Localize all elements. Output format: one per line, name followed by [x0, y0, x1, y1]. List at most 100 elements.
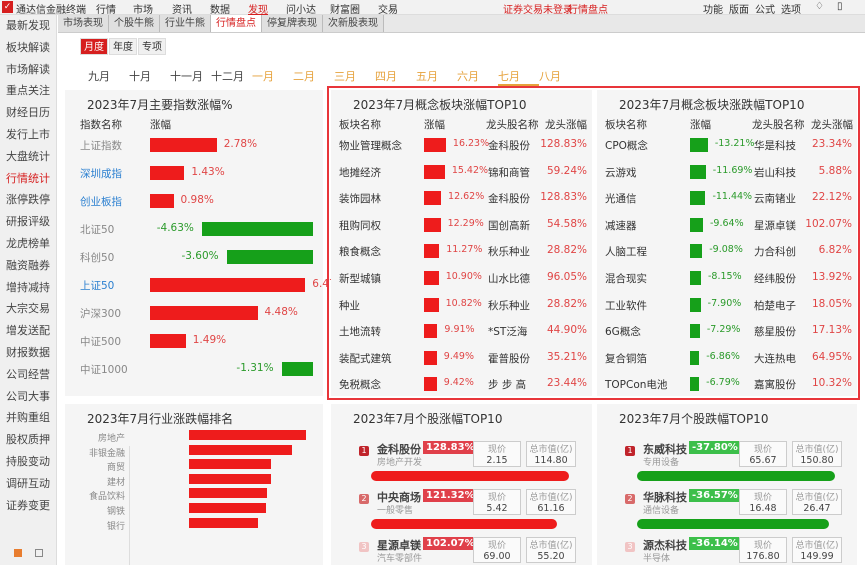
concept-name[interactable]: 地摊经济 [339, 165, 381, 180]
sidebar-item[interactable]: 大盘统计 [0, 146, 56, 168]
menu-7[interactable]: 交易 [378, 1, 398, 16]
subtab[interactable]: 市场表现 [58, 15, 109, 32]
subtab[interactable]: 行业牛熊 [160, 15, 211, 32]
leader-name[interactable]: 金科股份 [488, 191, 530, 206]
index-row[interactable]: 中证500 1.49% [65, 331, 323, 351]
leader-name[interactable]: 霍普股份 [488, 351, 530, 366]
index-row[interactable]: 创业板指 0.98% [65, 191, 323, 211]
concept-name[interactable]: 6G概念 [605, 324, 641, 339]
right-menu-0[interactable]: 功能 [703, 1, 723, 16]
concept-name[interactable]: 装配式建筑 [339, 351, 392, 366]
concept-name[interactable]: 人脑工程 [605, 244, 647, 259]
sidebar-item[interactable]: 证券变更 [0, 495, 56, 517]
leader-name[interactable]: 云南锗业 [754, 191, 796, 206]
concept-name[interactable]: 混合现实 [605, 271, 647, 286]
month-tab[interactable]: 一月 [252, 68, 293, 86]
leader-name[interactable]: *ST泛海 [488, 324, 527, 339]
index-row[interactable]: 科创50 -3.60% [65, 247, 323, 267]
sidebar-item[interactable]: 研报评级 [0, 211, 56, 233]
concept-row[interactable]: 粮食概念 11.27% 秋乐种业 28.82% [331, 241, 592, 261]
leader-name[interactable]: 力合科创 [754, 244, 796, 259]
stock-item[interactable]: 2 中央商场 一般零售 121.32% 现价 5.42 总市值(亿) 61.16 [331, 487, 592, 534]
concept-row[interactable]: 装配式建筑 9.49% 霍普股份 35.21% [331, 348, 592, 368]
right-menu-1[interactable]: 版面 [729, 1, 749, 16]
concept-name[interactable]: 装饰园林 [339, 191, 381, 206]
concept-row[interactable]: TOPCon电池 -6.79% 嘉寓股份 10.32% [597, 374, 857, 394]
sidebar-item[interactable]: 公司经营 [0, 364, 56, 386]
sidebar-item[interactable]: 增发送配 [0, 320, 56, 342]
concept-name[interactable]: 物业管理概念 [339, 138, 402, 153]
sidebar-item[interactable]: 财经日历 [0, 102, 56, 124]
bell-icon[interactable]: ♢ [815, 1, 824, 12]
index-row[interactable]: 沪深300 4.48% [65, 303, 323, 323]
leader-name[interactable]: 步 步 高 [488, 377, 526, 392]
sidebar-item[interactable]: 最新发现 [0, 15, 56, 37]
concept-name[interactable]: 云游戏 [605, 165, 637, 180]
concept-row[interactable]: 工业软件 -7.90% 柏楚电子 18.05% [597, 295, 857, 315]
stock-item[interactable]: 3 星源卓镁 汽车零部件 102.07% 现价 69.00 总市值(亿) 55.20 [331, 535, 592, 582]
month-tab[interactable]: 六月 [457, 68, 498, 86]
menu-6[interactable]: 财富圈 [330, 1, 360, 16]
concept-row[interactable]: CPO概念 -13.21% 华是科技 23.34% [597, 135, 857, 155]
concept-name[interactable]: 减速器 [605, 218, 637, 233]
month-tab[interactable]: 二月 [293, 68, 334, 86]
concept-name[interactable]: 粮食概念 [339, 244, 381, 259]
leader-name[interactable]: 嘉寓股份 [754, 377, 796, 392]
leader-name[interactable]: 锦和商管 [488, 165, 530, 180]
sidebar-item[interactable]: 公司大事 [0, 386, 56, 408]
index-row[interactable]: 北证50 -4.63% [65, 219, 323, 239]
concept-row[interactable]: 人脑工程 -9.08% 力合科创 6.82% [597, 241, 857, 261]
stock-item[interactable]: 1 东威科技 专用设备 -37.80% 现价 65.67 总市值(亿) 150.80 [597, 439, 857, 486]
leader-name[interactable]: 国创高新 [488, 218, 530, 233]
leader-name[interactable]: 岩山科技 [754, 165, 796, 180]
concept-row[interactable]: 装饰园林 12.62% 金科股份 128.83% [331, 188, 592, 208]
sidebar-item[interactable]: 市场解读 [0, 59, 56, 81]
period-tab[interactable]: 月度 [80, 38, 108, 55]
concept-name[interactable]: 复合铜箔 [605, 351, 647, 366]
menu-5[interactable]: 问小达 [286, 1, 316, 16]
sidebar-item[interactable]: 行情统计 [0, 168, 56, 190]
concept-row[interactable]: 混合现实 -8.15% 经纬股份 13.92% [597, 268, 857, 288]
leader-name[interactable]: 柏楚电子 [754, 298, 796, 313]
concept-row[interactable]: 租购同权 12.29% 国创高新 54.58% [331, 215, 592, 235]
month-tab[interactable]: 三月 [334, 68, 375, 86]
leader-name[interactable]: 大连热电 [754, 351, 796, 366]
leader-name[interactable]: 秋乐种业 [488, 244, 530, 259]
concept-row[interactable]: 新型城镇 10.90% 山水比德 96.05% [331, 268, 592, 288]
concept-name[interactable]: 租购同权 [339, 218, 381, 233]
leader-name[interactable]: 金科股份 [488, 138, 530, 153]
sidebar-item[interactable]: 融资融券 [0, 255, 56, 277]
index-name[interactable]: 深圳成指 [80, 166, 122, 181]
concept-row[interactable]: 物业管理概念 16.23% 金科股份 128.83% [331, 135, 592, 155]
sidebar-item[interactable]: 持股变动 [0, 451, 56, 473]
sidebar-item[interactable]: 调研互动 [0, 473, 56, 495]
sidebar-item[interactable]: 涨停跌停 [0, 189, 56, 211]
phone-icon[interactable]: ▯ [837, 1, 843, 12]
leader-name[interactable]: 华是科技 [754, 138, 796, 153]
index-row[interactable]: 上证50 6.47% [65, 275, 346, 295]
sidebar-item[interactable]: 股权质押 [0, 429, 56, 451]
stock-item[interactable]: 1 金科股份 房地产开发 128.83% 现价 2.15 总市值(亿) 114.80 [331, 439, 592, 486]
menu-0[interactable]: 行情 [96, 1, 116, 16]
concept-row[interactable]: 6G概念 -7.29% 慈星股份 17.13% [597, 321, 857, 341]
subtab[interactable]: 停复牌表现 [262, 15, 323, 32]
leader-name[interactable]: 慈星股份 [754, 324, 796, 339]
index-row[interactable]: 上证指数 2.78% [65, 135, 323, 155]
stock-item[interactable]: 2 华脉科技 通信设备 -36.57% 现价 16.48 总市值(亿) 26.47 [597, 487, 857, 534]
concept-name[interactable]: 光通信 [605, 191, 637, 206]
subtab[interactable]: 行情盘点 [211, 15, 262, 32]
sidebar-item[interactable]: 重点关注 [0, 80, 56, 102]
month-tab[interactable]: 九月 [88, 68, 129, 86]
month-tab[interactable]: 八月 [539, 68, 580, 86]
menu-4[interactable]: 发现 [248, 1, 268, 16]
subtab[interactable]: 个股牛熊 [109, 15, 160, 32]
sidebar-item[interactable]: 增持减持 [0, 277, 56, 299]
index-row[interactable]: 中证1000 -1.31% [65, 359, 323, 379]
concept-row[interactable]: 复合铜箔 -6.86% 大连热电 64.95% [597, 348, 857, 368]
sidebar-item[interactable]: 财报数据 [0, 342, 56, 364]
month-tab[interactable]: 十二月 [211, 68, 252, 86]
subtab[interactable]: 次新股表现 [323, 15, 384, 32]
concept-name[interactable]: 土地流转 [339, 324, 381, 339]
layout-toggle-icon[interactable] [35, 549, 43, 557]
sidebar-item[interactable]: 大宗交易 [0, 298, 56, 320]
